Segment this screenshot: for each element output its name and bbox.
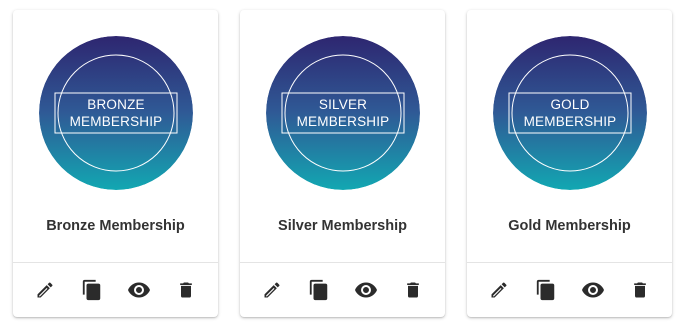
membership-card-silver: SILVER MEMBERSHIP Silver Membership	[240, 10, 445, 317]
card-actions	[13, 262, 218, 317]
card-title: Silver Membership	[278, 218, 407, 234]
view-button[interactable]	[122, 273, 156, 307]
badge-membership-label: MEMBERSHIP	[69, 114, 163, 129]
membership-badge: SILVER MEMBERSHIP	[266, 36, 420, 190]
badge-text: GOLD MEMBERSHIP	[493, 36, 647, 190]
delete-icon	[634, 282, 647, 298]
delete-button[interactable]	[396, 273, 430, 307]
badge-tier-label: SILVER	[318, 97, 368, 112]
edit-icon	[264, 282, 280, 298]
copy-button[interactable]	[302, 273, 336, 307]
badge-membership-label: MEMBERSHIP	[296, 114, 390, 129]
view-button[interactable]	[349, 273, 383, 307]
edit-icon	[37, 282, 53, 298]
card-title: Gold Membership	[508, 218, 631, 234]
membership-cards: BRONZE MEMBERSHIP Bronze Membership SILV…	[0, 0, 687, 332]
badge-tier-label: GOLD	[550, 97, 590, 112]
badge-tier-label: BRONZE	[87, 97, 145, 112]
delete-icon	[407, 282, 420, 298]
card-actions	[467, 262, 672, 317]
edit-button[interactable]	[28, 273, 62, 307]
badge-membership-label: MEMBERSHIP	[523, 114, 617, 129]
copy-icon	[309, 279, 328, 301]
copy-button[interactable]	[75, 273, 109, 307]
membership-badge: BRONZE MEMBERSHIP	[39, 36, 193, 190]
view-icon	[582, 282, 605, 298]
view-button[interactable]	[576, 273, 610, 307]
copy-icon	[82, 279, 101, 301]
edit-button[interactable]	[482, 273, 516, 307]
membership-card-gold: GOLD MEMBERSHIP Gold Membership	[467, 10, 672, 317]
edit-icon	[491, 282, 507, 298]
badge-text: SILVER MEMBERSHIP	[266, 36, 420, 190]
delete-icon	[180, 282, 193, 298]
membership-card-bronze: BRONZE MEMBERSHIP Bronze Membership	[13, 10, 218, 317]
badge-text: BRONZE MEMBERSHIP	[39, 36, 193, 190]
view-icon	[355, 282, 378, 298]
membership-badge: GOLD MEMBERSHIP	[493, 36, 647, 190]
copy-icon	[536, 279, 555, 301]
edit-button[interactable]	[255, 273, 289, 307]
copy-button[interactable]	[529, 273, 563, 307]
card-title: Bronze Membership	[46, 218, 185, 234]
delete-button[interactable]	[623, 273, 657, 307]
view-icon	[128, 282, 151, 298]
card-actions	[240, 262, 445, 317]
delete-button[interactable]	[169, 273, 203, 307]
